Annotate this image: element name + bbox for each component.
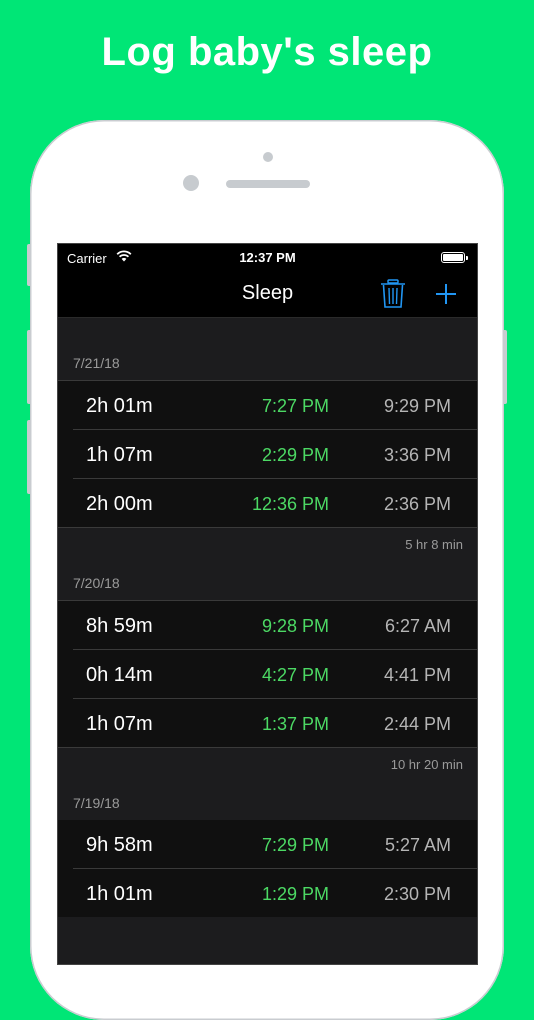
sleep-start-time: 12:36 PM: [251, 494, 329, 514]
day-section: 7/20/18 8h 59m 9:28 PM 6:27 AM 0h 14m 4:…: [58, 550, 477, 782]
sleep-duration: 2h 01m: [86, 395, 153, 417]
sleep-end-time: 5:27 AM: [384, 835, 451, 855]
sleep-end-time: 3:36 PM: [383, 445, 451, 465]
sleep-duration: 9h 58m: [86, 834, 153, 856]
sleep-end-time: 2:44 PM: [383, 714, 451, 734]
sleep-duration: 8h 59m: [86, 615, 153, 637]
sleep-end-time: 9:29 PM: [383, 396, 451, 416]
phone-speaker: [226, 180, 310, 188]
phone-sensor-dot: [263, 152, 273, 162]
plus-icon[interactable]: [434, 282, 458, 306]
section-header: 7/19/18: [58, 770, 477, 820]
status-time: 12:37 PM: [239, 250, 296, 265]
sleep-entry-row[interactable]: 2h 00m 12:36 PM 2:36 PM: [73, 479, 477, 527]
promo-headline: Log baby's sleep: [101, 30, 433, 74]
section-rows: 9h 58m 7:29 PM 5:27 AM 1h 01m 1:29 PM 2:…: [58, 820, 477, 917]
sleep-start-time: 7:29 PM: [261, 835, 329, 855]
sleep-duration: 1h 07m: [86, 444, 153, 466]
sleep-duration: 1h 01m: [86, 883, 153, 905]
sleep-entry-row[interactable]: 1h 07m 1:37 PM 2:44 PM: [73, 699, 477, 747]
day-section: 7/19/18 9h 58m 7:29 PM 5:27 AM 1h 01m 1:…: [58, 770, 477, 917]
sleep-entry-row[interactable]: 8h 59m 9:28 PM 6:27 AM: [73, 601, 477, 650]
section-header: 7/21/18: [58, 318, 477, 380]
sleep-duration: 2h 00m: [86, 493, 153, 515]
navigation-bar: Sleep: [58, 272, 477, 318]
section-date: 7/19/18: [73, 795, 120, 811]
sleep-entry-row[interactable]: 2h 01m 7:27 PM 9:29 PM: [73, 381, 477, 430]
section-rows: 8h 59m 9:28 PM 6:27 AM 0h 14m 4:27 PM 4:…: [58, 600, 477, 748]
sleep-entry-row[interactable]: 0h 14m 4:27 PM 4:41 PM: [73, 650, 477, 699]
sleep-duration: 1h 07m: [86, 713, 153, 735]
sleep-duration: 0h 14m: [86, 664, 153, 686]
battery-icon: [441, 252, 468, 263]
sleep-entry-row[interactable]: 1h 07m 2:29 PM 3:36 PM: [73, 430, 477, 479]
section-rows: 2h 01m 7:27 PM 9:29 PM 1h 07m 2:29 PM 3:…: [58, 380, 477, 528]
section-date: 7/20/18: [73, 575, 120, 591]
trash-icon[interactable]: [380, 279, 406, 309]
sleep-start-time: 7:27 PM: [261, 396, 329, 416]
sleep-end-time: 2:36 PM: [383, 494, 451, 514]
status-bar: Carrier 12:37 PM: [58, 244, 477, 272]
sleep-end-time: 4:41 PM: [383, 665, 451, 685]
sleep-start-time: 4:27 PM: [261, 665, 329, 685]
sleep-start-time: 1:37 PM: [261, 714, 329, 734]
sleep-end-time: 6:27 AM: [384, 616, 451, 636]
phone-camera-icon: [183, 175, 199, 191]
sleep-end-time: 2:30 PM: [383, 884, 451, 904]
sleep-entry-row[interactable]: 1h 01m 1:29 PM 2:30 PM: [73, 869, 477, 917]
sleep-start-time: 1:29 PM: [261, 884, 329, 904]
sleep-entry-row[interactable]: 9h 58m 7:29 PM 5:27 AM: [73, 820, 477, 869]
page-title: Sleep: [241, 282, 294, 304]
sleep-start-time: 2:29 PM: [261, 445, 329, 465]
sleep-log-list[interactable]: 7/21/18 2h 01m 7:27 PM 9:29 PM 1h 07m 2:…: [58, 318, 477, 964]
section-date: 7/21/18: [73, 355, 120, 371]
phone-screen: Carrier 12:37 PM Sleep 7/21/18 2h 01m 7:…: [58, 244, 477, 964]
sleep-start-time: 9:28 PM: [261, 616, 329, 636]
day-section: 7/21/18 2h 01m 7:27 PM 9:29 PM 1h 07m 2:…: [58, 318, 477, 562]
section-header: 7/20/18: [58, 550, 477, 600]
